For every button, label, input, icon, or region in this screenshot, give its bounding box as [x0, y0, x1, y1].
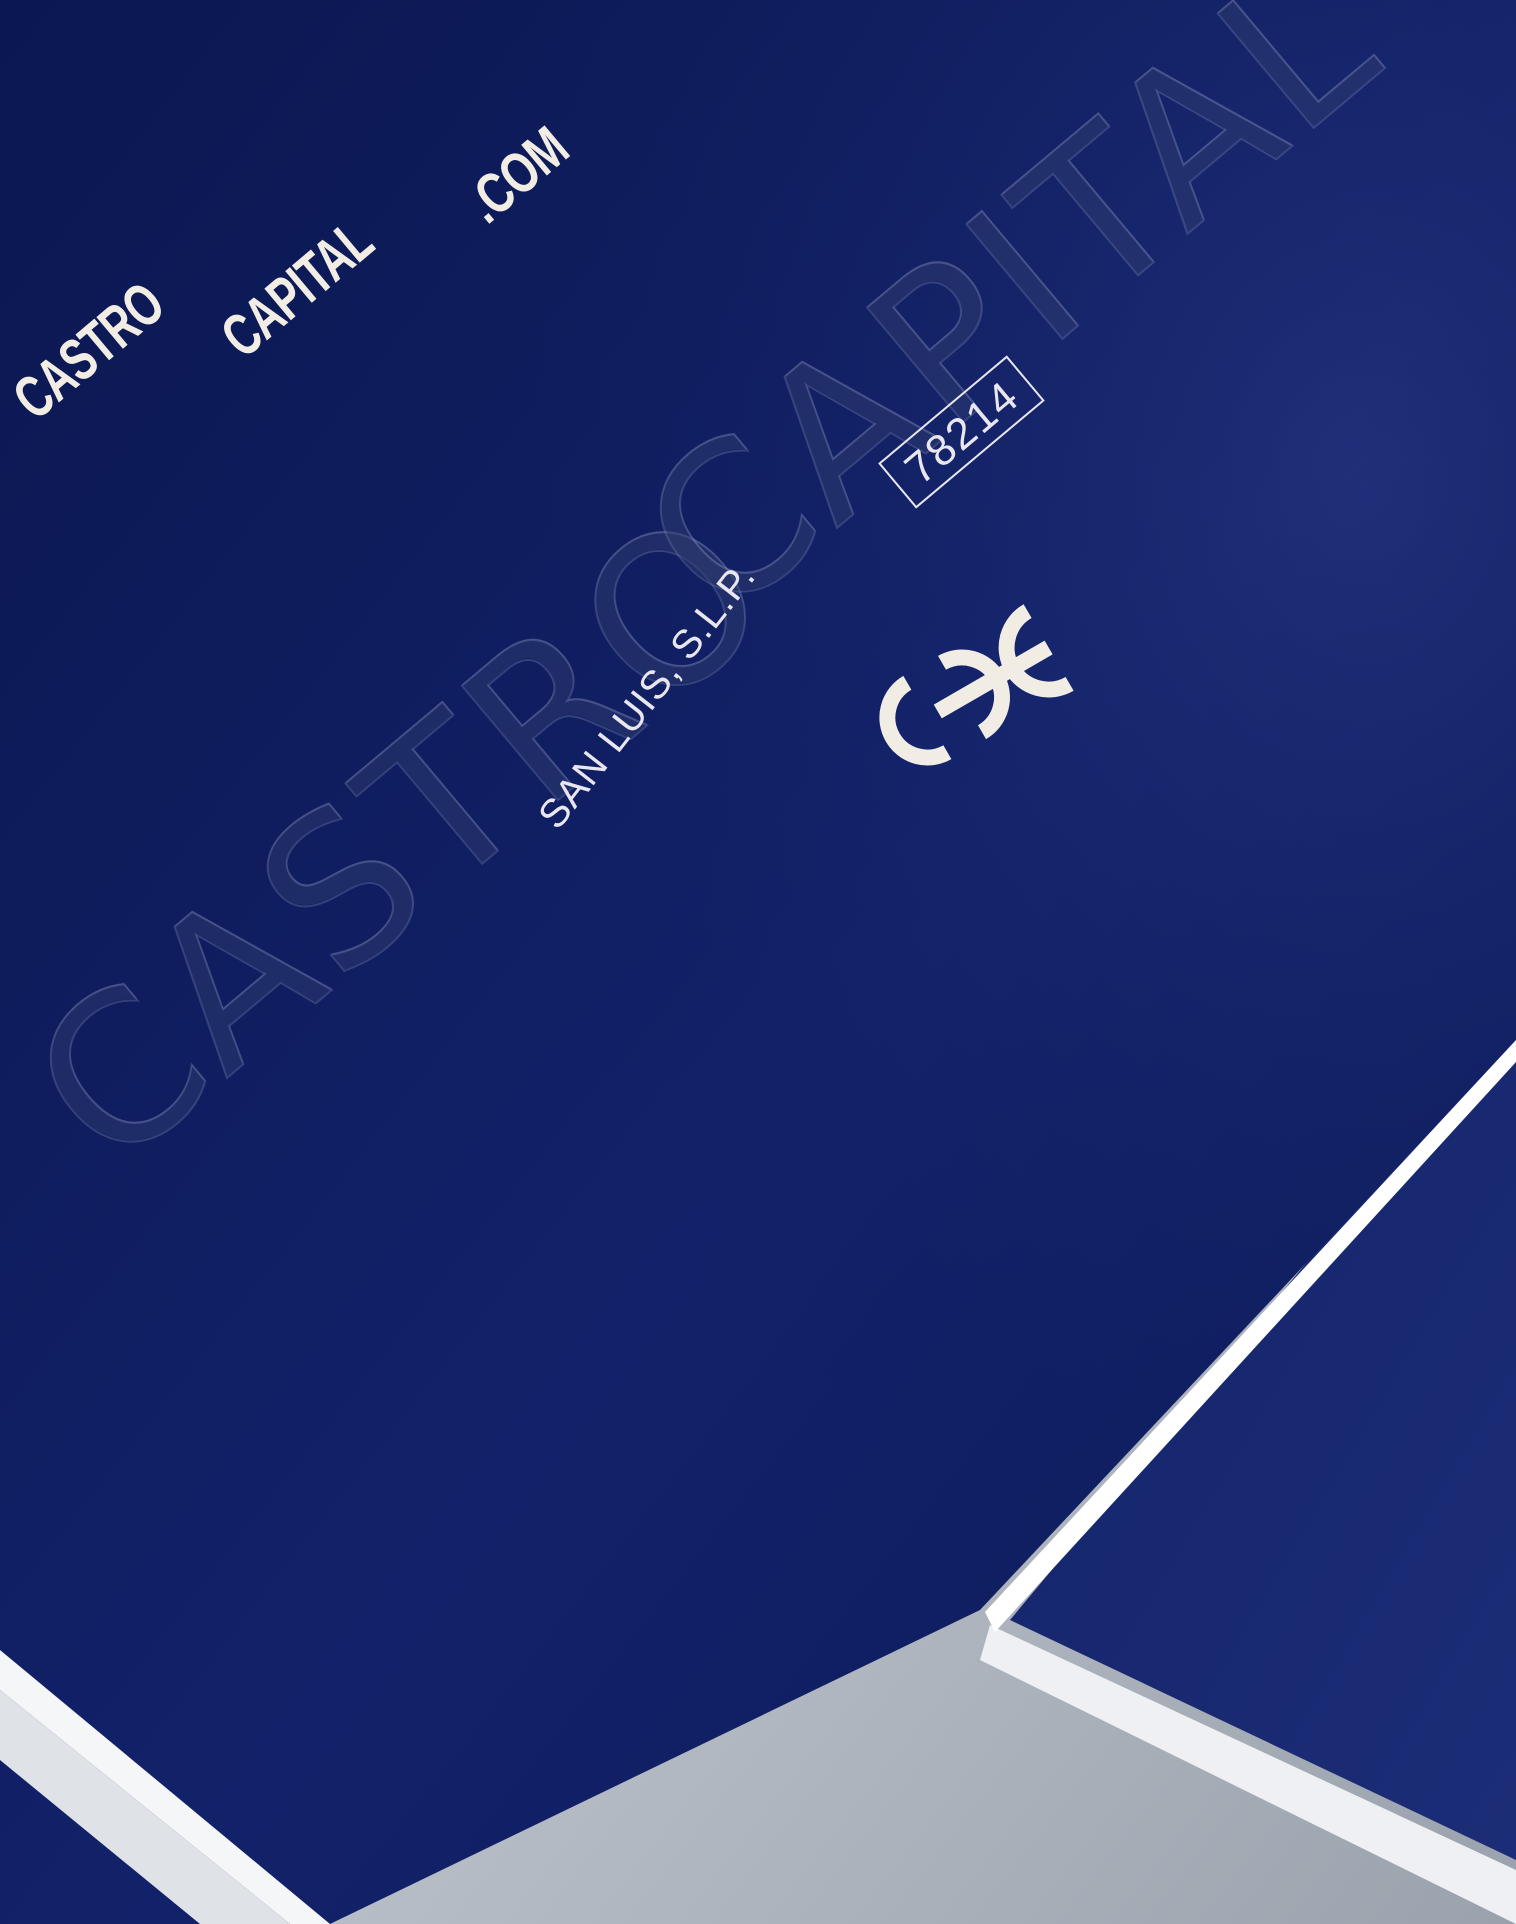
photo-scene: CASTRO CAPITAL .COM CASTRO CAPITAL SAN L…	[0, 0, 1516, 1924]
ooc-monogram-icon	[879, 604, 1074, 766]
